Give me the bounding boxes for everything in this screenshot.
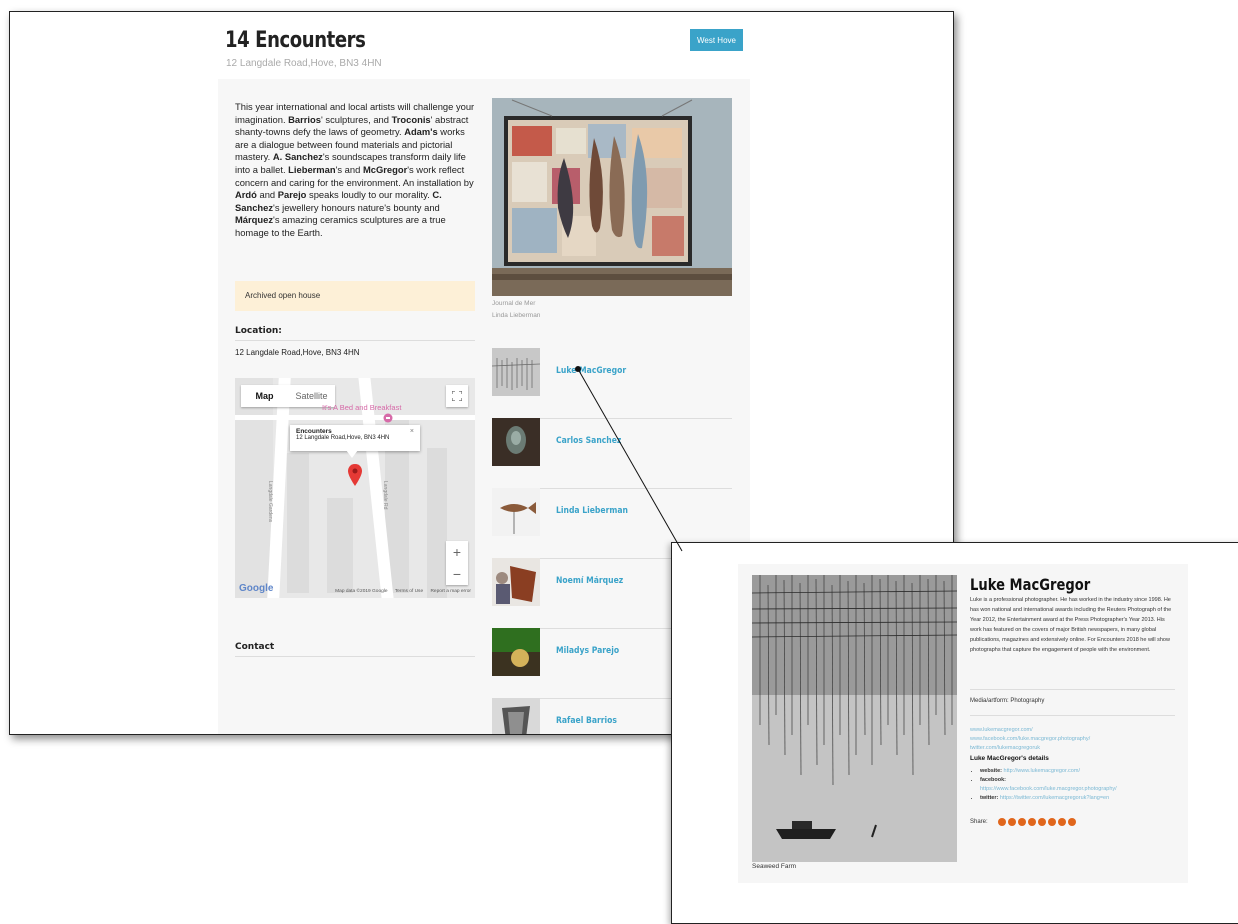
description-run: and (256, 189, 278, 201)
details-list: website: http://www.lukemacgregor.com/ f… (970, 767, 1117, 803)
artist-name-link[interactable]: Linda Lieberman (556, 506, 628, 516)
google-plus-icon[interactable] (1027, 818, 1036, 826)
google-logo: Google (239, 583, 274, 594)
artist-name-bold: Ardó (235, 189, 257, 201)
artist-name-link[interactable]: Miladys Parejo (556, 646, 619, 656)
zoom-control: + − (446, 541, 468, 585)
tumblr-icon[interactable] (1047, 818, 1056, 826)
artist-photo[interactable] (752, 575, 957, 862)
artist-name-link[interactable]: Carlos Sanchez (556, 436, 621, 446)
details-website: website: http://www.lukemacgregor.com/ (980, 767, 1117, 776)
divider (970, 715, 1175, 716)
seaweed-farm-image (752, 575, 957, 862)
map-type-toggle: Map Satellite (241, 385, 335, 407)
share-label: Share: (970, 819, 988, 825)
map-info-popup: Encounters 12 Langdale Road,Hove, BN3 4H… (290, 425, 420, 451)
fullscreen-button[interactable] (446, 385, 468, 407)
photo-caption: Seaweed Farm (752, 863, 797, 870)
artist-medium: Media/artform: Photography (970, 698, 1045, 704)
hero-caption-title: Journal de Mer (492, 300, 536, 307)
artist-name-bold: Troconis (391, 113, 431, 125)
artist-item[interactable]: Luke MacGregor (492, 348, 732, 419)
twitter-link[interactable]: twitter.com/lukemacgregoruk (970, 745, 1040, 751)
location-heading: Location: (235, 326, 475, 341)
description-run: speaks loudly to our morality. (306, 189, 433, 201)
poi-marker-icon[interactable] (383, 413, 393, 423)
description-run: 's and (335, 163, 363, 175)
area-button[interactable]: West Hove (690, 29, 743, 51)
details-heading: Luke MacGregor's details (970, 755, 1049, 762)
hero-caption: Journal de Mer Linda Lieberman (492, 298, 540, 322)
map-footer: Map data ©2019 Google Terms of Use Repor… (329, 589, 471, 594)
map-widget[interactable]: Langdale Gardens Langdale Rd Map Satelli… (235, 378, 475, 598)
details-twitter: twitter: https://twitter.com/lukemacgreg… (980, 794, 1117, 803)
artist-name-link[interactable]: Noemí Márquez (556, 576, 623, 586)
page-subtitle-address: 12 Langdale Road,Hove, BN3 4HN (226, 58, 382, 69)
description-text: This year international and local artist… (235, 101, 480, 240)
location-address: 12 Langdale Road,Hove, BN3 4HN (235, 348, 360, 357)
map-tab[interactable]: Map (241, 385, 288, 407)
share-bar: Share: (970, 818, 1076, 826)
artist-detail-name: Luke MacGregor (970, 575, 1091, 594)
popup-address: 12 Langdale Road,Hove, BN3 4HN (296, 435, 390, 441)
divider (970, 689, 1175, 690)
map-data-text: Map data ©2019 Google (335, 589, 388, 594)
artist-name-bold: Adam's (404, 126, 438, 138)
facebook-icon[interactable] (997, 818, 1006, 826)
artist-name-link[interactable]: Rafael Barrios (556, 716, 617, 726)
artist-name-link[interactable]: Luke MacGregor (556, 366, 626, 376)
street-label-left: Langdale Gardens (267, 481, 273, 523)
poi-label[interactable]: It's A Bed and Breakfast (322, 403, 401, 412)
artist-name-bold: Barrios (288, 113, 321, 125)
artist-bio: Luke is a professional photographer. He … (970, 597, 1172, 653)
artist-thumbnail[interactable] (492, 558, 540, 606)
artwork-picture (492, 98, 732, 296)
hero-artwork-image[interactable] (492, 98, 732, 296)
artist-name-bold: McGregor (362, 163, 408, 175)
website-link[interactable]: www.lukemacgregor.com/ (970, 727, 1033, 733)
street-label-right: Langdale Rd (382, 481, 388, 510)
terms-link[interactable]: Terms of Use (395, 589, 423, 594)
twitter-icon[interactable] (1007, 818, 1016, 826)
fullscreen-icon (452, 391, 462, 401)
page-title: 14 Encounters (225, 28, 366, 53)
artist-thumbnail[interactable] (492, 418, 540, 466)
popup-title: Encounters (296, 428, 332, 435)
reddit-icon[interactable] (1057, 818, 1066, 826)
description-run: 's jewellery honours nature's bounty and (273, 201, 440, 213)
popup-close-icon[interactable]: × (410, 428, 414, 435)
artist-name-bold: Márquez (235, 214, 274, 226)
artist-name-bold: Parejo (277, 189, 307, 201)
zoom-out-button[interactable]: − (446, 563, 468, 585)
linkedin-icon[interactable] (1037, 818, 1046, 826)
hero-caption-artist: Linda Lieberman (492, 312, 541, 319)
contact-heading: Contact (235, 642, 475, 657)
artist-thumbnail[interactable] (492, 698, 540, 734)
details-facebook: facebook:https://www.facebook.com/luke.m… (980, 776, 1117, 794)
artist-name-bold: Lieberman (288, 163, 336, 175)
popup-pointer (346, 450, 358, 458)
zoom-in-button[interactable]: + (446, 541, 468, 563)
artist-thumbnail[interactable] (492, 628, 540, 676)
email-icon[interactable] (1067, 818, 1076, 826)
details-website-url[interactable]: http://www.lukemacgregor.com/ (1004, 768, 1080, 774)
facebook-link[interactable]: www.facebook.com/luke.macgregor.photogra… (970, 736, 1090, 742)
artist-item[interactable]: Carlos Sanchez (492, 418, 732, 489)
artist-name-bold: A. Sanchez (272, 151, 323, 163)
description-run: ' sculptures, and (320, 113, 392, 125)
artist-detail-window: Seaweed Farm Luke MacGregor Luke is a pr… (671, 542, 1238, 924)
archived-notice: Archived open house (235, 281, 475, 311)
details-twitter-url[interactable]: https://twitter.com/lukemacgregoruk?lang… (1000, 795, 1109, 801)
pinterest-icon[interactable] (1017, 818, 1026, 826)
artist-thumbnail[interactable] (492, 488, 540, 536)
artist-thumbnail[interactable] (492, 348, 540, 396)
report-error-link[interactable]: Report a map error (430, 589, 471, 594)
location-pin-icon[interactable] (348, 464, 362, 486)
details-facebook-url[interactable]: https://www.facebook.com/luke.macgregor.… (980, 786, 1117, 792)
